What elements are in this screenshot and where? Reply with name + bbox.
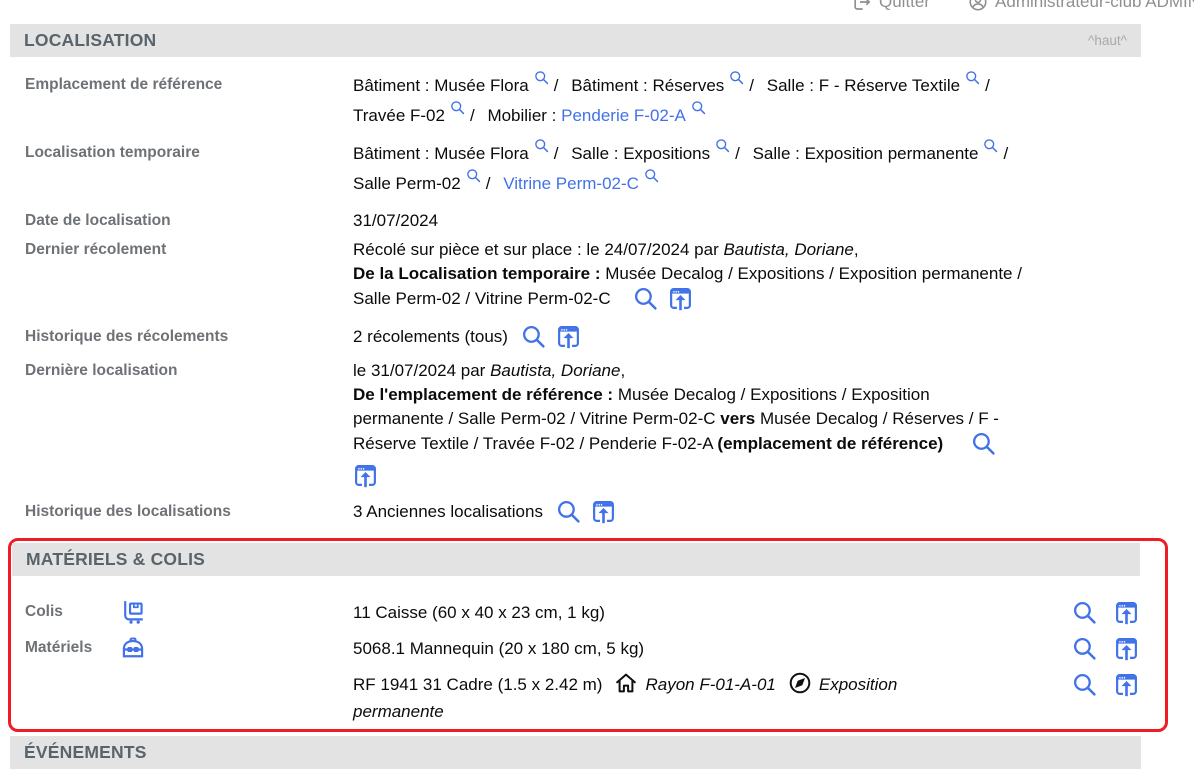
search-icon[interactable] [450,100,465,115]
field-label: Date de localisation [25,209,353,231]
field-value: 3 Anciennes localisations [353,498,616,526]
materiels-row: Matériels 5068.1 Mannequin (20 x 180 cm,… [11,632,1165,662]
location-segment: Salle : F - Réserve Textile [767,76,960,95]
search-icon[interactable] [691,100,706,115]
colis-value: 11 Caisse (60 x 40 x 23 cm, 1 kg) [353,596,993,626]
location-link-penderie[interactable]: Penderie F-02-A [561,106,686,125]
materiels-colis-section-header: MATÉRIELS & COLIS [12,543,1140,576]
search-icon[interactable] [534,138,549,153]
search-icon[interactable] [715,138,730,153]
open-in-window-icon[interactable] [1114,672,1139,697]
search-icon[interactable] [644,168,659,183]
logout-icon [852,0,872,12]
field-value: Bâtiment : Musée Flora/ Salle : Expositi… [353,139,1123,199]
search-icon[interactable] [1072,672,1097,697]
open-in-window-icon[interactable] [1114,600,1139,625]
open-in-window-icon[interactable] [353,463,378,488]
field-date-localisation: Date de localisation 31/07/2024 [0,209,1194,233]
search-icon[interactable] [633,286,658,311]
search-icon[interactable] [556,499,581,524]
search-icon[interactable] [1072,600,1097,625]
field-value: 31/07/2024 [353,209,438,233]
materiels-label: Matériels [25,639,120,657]
localisation-section-header: LOCALISATION ^haut^ [10,24,1141,57]
location-segment: Salle : Expositions [571,144,710,163]
quit-button[interactable]: Quitter [852,0,930,12]
field-emplacement-reference: Emplacement de référence Bâtiment : Musé… [0,71,1194,131]
open-in-window-icon[interactable] [668,286,693,311]
search-icon[interactable] [466,168,481,183]
operator-name: Bautista, Doriane [723,240,853,259]
search-icon[interactable] [971,431,996,456]
materiel-value: RF 1941 31 Cadre (1.5 x 2.42 m)Rayon F-0… [353,668,963,725]
location-link-vitrine[interactable]: Vitrine Perm-02-C [503,174,639,193]
search-icon[interactable] [729,70,744,85]
search-icon[interactable] [534,70,549,85]
section-title-materiels-colis: MATÉRIELS & COLIS [26,549,205,570]
user-icon [968,0,988,12]
field-label: Historique des récolements [25,323,353,347]
field-value: Récolé sur pièce et sur place : le 24/07… [353,238,1148,311]
materiels-row: RF 1941 31 Cadre (1.5 x 2.42 m)Rayon F-0… [11,668,1165,725]
location-segment: Salle : Exposition permanente [753,144,979,163]
compass-icon [788,671,812,695]
materiel-value: 5068.1 Mannequin (20 x 180 cm, 5 kg) [353,632,993,662]
field-value: le 31/07/2024 par Bautista, Doriane, De … [353,359,1148,488]
materiels-colis-highlight: MATÉRIELS & COLIS Colis 11 Caisse (60 x … [8,538,1168,732]
field-label: Emplacement de référence [25,71,353,95]
materiel-location: Rayon F-01-A-01 [645,675,775,694]
field-historique-recolements: Historique des récolements 2 récolements… [0,323,1194,351]
open-in-window-icon[interactable] [591,499,616,524]
trolley-icon [120,599,146,625]
toolbox-icon [120,635,146,661]
location-segment: Bâtiment : Musée Flora [353,144,529,163]
house-icon [614,671,638,695]
section-title-localisation: LOCALISATION [24,30,156,51]
field-dernier-recolement: Dernier récolement Récolé sur pièce et s… [0,238,1194,311]
location-segment: Travée F-02 [353,106,445,125]
section-title-evenements: ÉVÉNEMENTS [24,742,147,763]
field-derniere-localisation: Dernière localisation le 31/07/2024 par … [0,359,1194,488]
colis-label: Colis [25,603,120,621]
location-segment: Bâtiment : Musée Flora [353,76,529,95]
evenements-section-header: ÉVÉNEMENTS [10,736,1141,769]
search-icon[interactable] [521,324,546,349]
field-label: Historique des localisations [25,498,353,522]
quit-label: Quitter [879,0,930,12]
search-icon[interactable] [983,138,998,153]
field-label: Localisation temporaire [25,139,353,163]
field-label: Dernière localisation [25,359,353,381]
field-localisation-temporaire: Localisation temporaire Bâtiment : Musée… [0,139,1194,199]
location-segment: Mobilier : [487,106,561,125]
location-segment: Salle Perm-02 [353,174,461,193]
user-label: Administrateur-club ADMINIS [995,0,1194,12]
operator-name: Bautista, Doriane [490,361,620,380]
open-in-window-icon[interactable] [1114,636,1139,661]
top-toolbar: Quitter Administrateur-club ADMINIS [852,0,1194,15]
field-historique-localisations: Historique des localisations 3 Anciennes… [0,498,1194,526]
field-value: Bâtiment : Musée Flora/ Bâtiment : Réser… [353,71,1123,131]
back-to-top-link[interactable]: ^haut^ [1088,33,1127,48]
localisation-fields: Emplacement de référence Bâtiment : Musé… [0,71,1194,526]
search-icon[interactable] [965,70,980,85]
field-value: 2 récolements (tous) [353,323,581,351]
location-segment: Bâtiment : Réserves [571,76,724,95]
open-in-window-icon[interactable] [556,324,581,349]
colis-row: Colis 11 Caisse (60 x 40 x 23 cm, 1 kg) [11,596,1165,626]
user-menu[interactable]: Administrateur-club ADMINIS [968,0,1194,12]
field-label: Dernier récolement [25,238,353,260]
search-icon[interactable] [1072,636,1097,661]
